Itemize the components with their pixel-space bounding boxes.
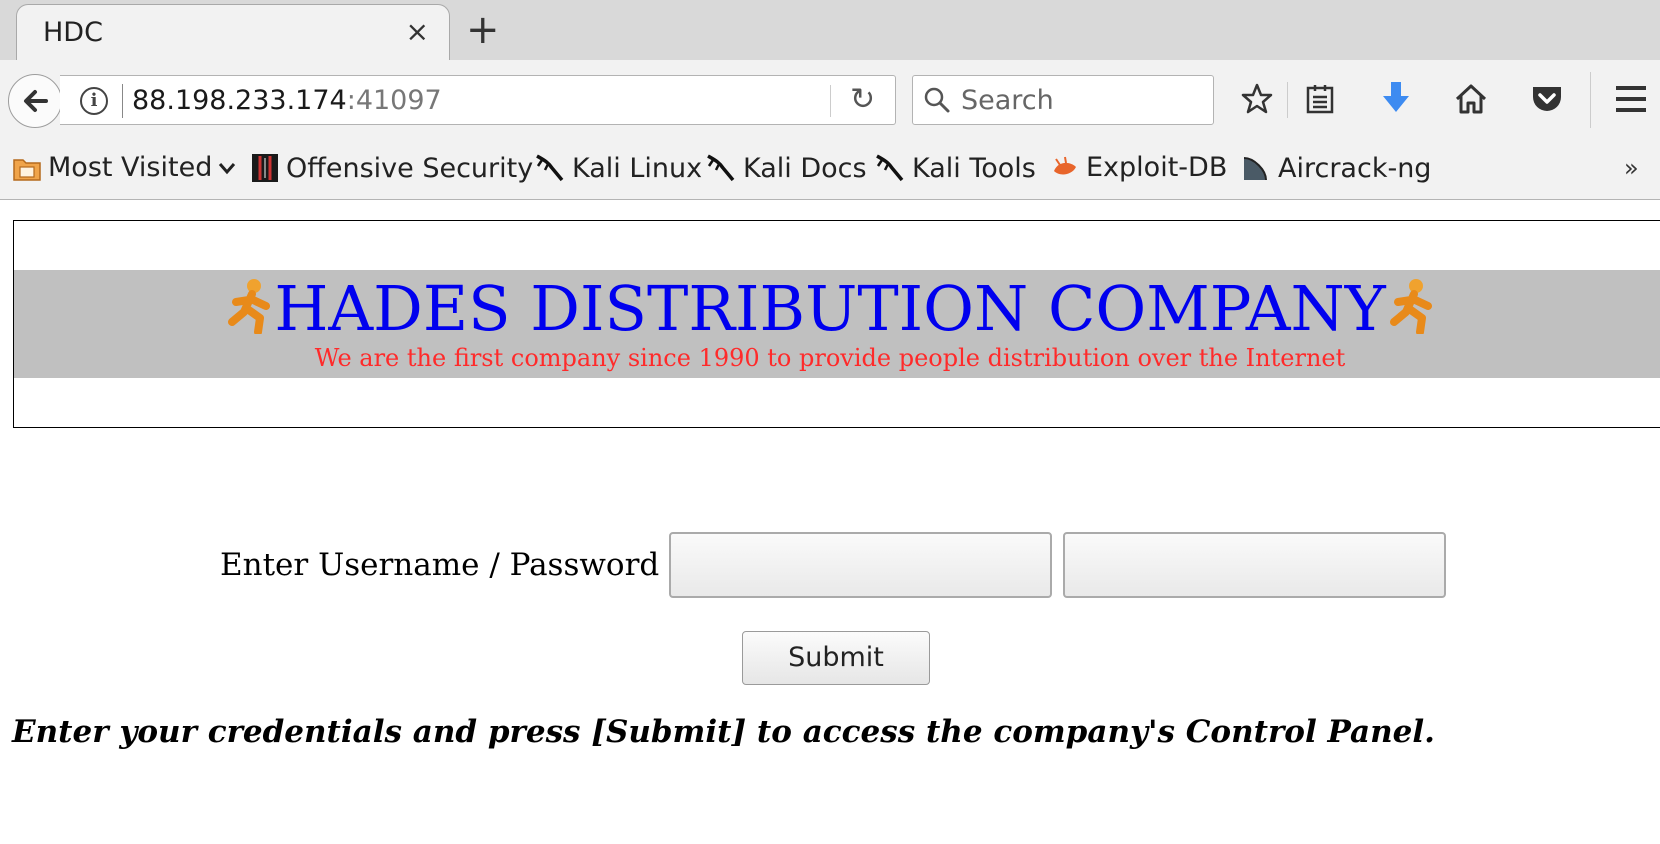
bookmark-label: Offensive Security bbox=[286, 152, 534, 184]
bookmarks-overflow-button[interactable]: » bbox=[1624, 154, 1639, 182]
reload-icon[interactable]: ↻ bbox=[850, 82, 875, 117]
bookmark-label: Exploit-DB bbox=[1086, 152, 1228, 183]
bookmark-exploit-db[interactable]: Exploit-DB bbox=[1050, 152, 1227, 183]
login-label: Enter Username / Password bbox=[220, 547, 660, 583]
banner-band: HADES DISTRIBUTION COMPANY We are the fi… bbox=[14, 270, 1660, 378]
search-icon bbox=[924, 87, 950, 113]
url-port: :41097 bbox=[346, 85, 442, 116]
kali-icon bbox=[536, 154, 564, 182]
url-divider bbox=[122, 84, 123, 118]
back-arrow-icon bbox=[24, 90, 48, 112]
bookmark-label: Kali Docs bbox=[743, 152, 867, 184]
runner-icon bbox=[1389, 279, 1432, 334]
bookmark-star-icon[interactable] bbox=[1240, 82, 1274, 116]
offsec-icon bbox=[252, 154, 278, 182]
toolbar-divider bbox=[1287, 82, 1288, 118]
bookmark-aircrack-ng[interactable]: Aircrack-ng bbox=[1240, 152, 1431, 184]
kali-icon bbox=[876, 154, 904, 182]
bookmark-label: Kali Tools bbox=[912, 152, 1036, 184]
chevron-down-icon bbox=[219, 162, 236, 174]
username-input[interactable] bbox=[669, 532, 1053, 598]
instructions-text: Enter your credentials and press [Submit… bbox=[12, 714, 1435, 750]
menu-icon[interactable] bbox=[1614, 84, 1648, 114]
url-divider-right bbox=[830, 85, 831, 117]
bookmark-label: Aircrack-ng bbox=[1278, 152, 1432, 184]
tab-title: HDC bbox=[43, 17, 103, 48]
pocket-icon[interactable] bbox=[1530, 82, 1564, 116]
banner-title: HADES DISTRIBUTION COMPANY bbox=[14, 272, 1646, 345]
folder-icon bbox=[13, 158, 41, 181]
home-icon[interactable] bbox=[1454, 82, 1488, 116]
company-name: HADES DISTRIBUTION COMPANY bbox=[274, 272, 1386, 345]
banner-frame: HADES DISTRIBUTION COMPANY We are the fi… bbox=[13, 220, 1660, 428]
bookmark-label: Most Visited bbox=[48, 152, 213, 183]
login-form: Enter Username / Password bbox=[220, 532, 1457, 598]
close-tab-icon[interactable]: × bbox=[406, 15, 429, 48]
tab-hdc[interactable]: HDC × bbox=[16, 4, 450, 62]
bookmark-label: Kali Linux bbox=[572, 152, 703, 184]
bookmark-offensive-security[interactable]: Offensive Security bbox=[250, 152, 533, 184]
search-input[interactable]: Search bbox=[961, 85, 1054, 116]
kali-icon bbox=[707, 154, 735, 182]
runner-icon bbox=[228, 279, 271, 334]
bookmark-kali-linux[interactable]: Kali Linux bbox=[534, 152, 702, 184]
aircrack-icon bbox=[1243, 157, 1267, 181]
url-host: 88.198.233.174 bbox=[132, 85, 347, 116]
url-text[interactable]: 88.198.233.174:41097 bbox=[132, 85, 442, 116]
url-bar[interactable]: i 88.198.233.174:41097 ↻ bbox=[60, 75, 896, 125]
company-tagline: We are the first company since 1990 to p… bbox=[314, 344, 1346, 372]
bookmark-kali-tools[interactable]: Kali Tools bbox=[874, 152, 1036, 184]
bookmarks-toolbar: Most Visited Offensive Security Kali Lin… bbox=[0, 140, 1660, 200]
submit-button[interactable]: Submit bbox=[742, 631, 930, 685]
new-tab-button[interactable]: + bbox=[466, 6, 500, 54]
toolbar-divider-menu bbox=[1590, 72, 1591, 128]
download-icon[interactable] bbox=[1380, 80, 1412, 116]
search-bar[interactable]: Search bbox=[912, 75, 1214, 125]
reading-list-icon[interactable] bbox=[1304, 82, 1336, 116]
bookmark-most-visited[interactable]: Most Visited bbox=[12, 152, 238, 183]
bookmark-kali-docs[interactable]: Kali Docs bbox=[705, 152, 867, 184]
exploitdb-icon bbox=[1054, 156, 1076, 174]
password-input[interactable] bbox=[1063, 532, 1447, 598]
nav-bar: i 88.198.233.174:41097 ↻ Search bbox=[0, 60, 1660, 140]
site-info-icon[interactable]: i bbox=[80, 87, 108, 115]
back-button[interactable] bbox=[8, 74, 62, 128]
tab-bar: HDC × + bbox=[0, 0, 1660, 62]
